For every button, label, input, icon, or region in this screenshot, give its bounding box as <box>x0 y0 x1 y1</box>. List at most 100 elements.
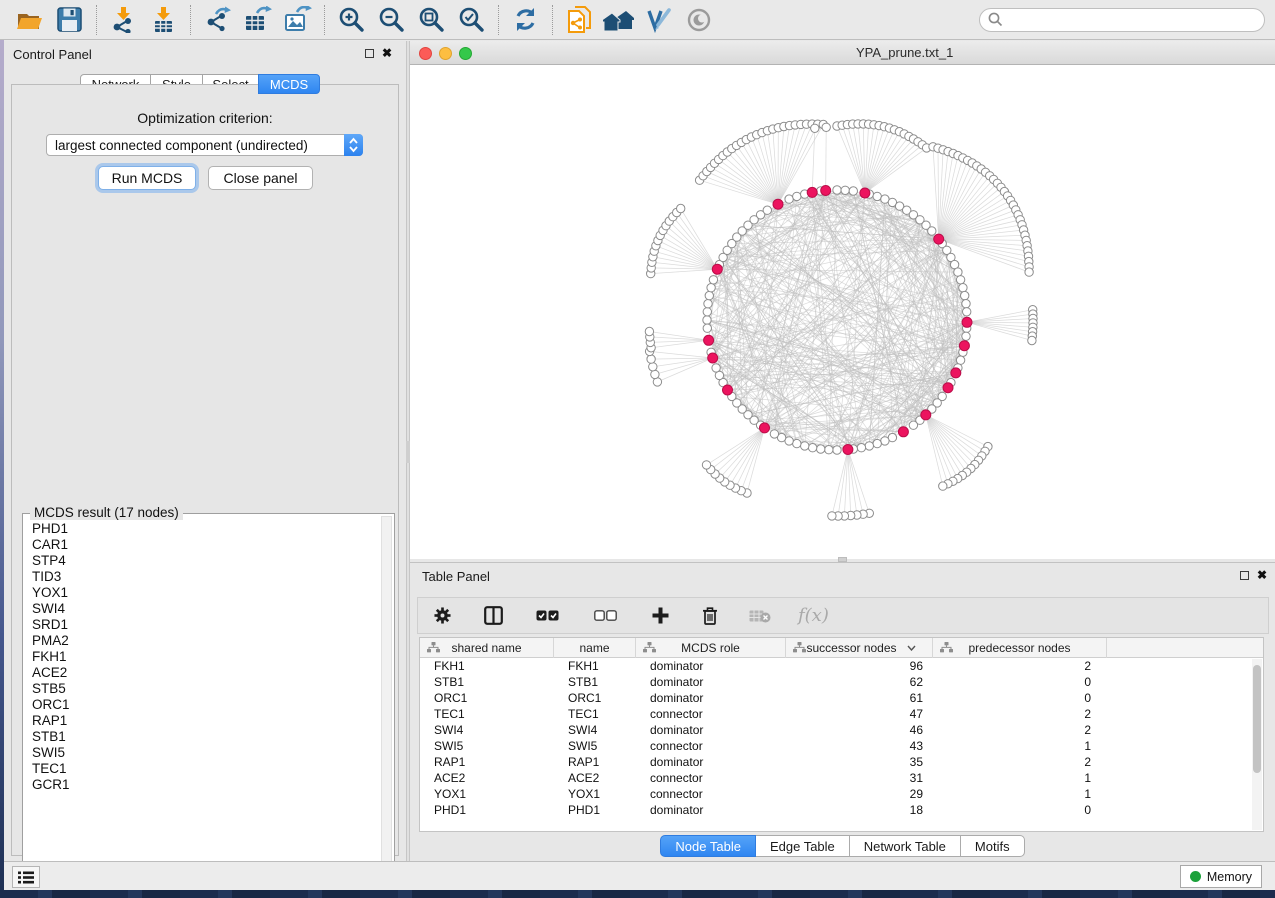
table-row-ORC1[interactable]: ORC1ORC1dominator610 <box>420 690 1263 706</box>
cell[interactable]: dominator <box>636 802 786 818</box>
mcds-result-item[interactable]: TID3 <box>24 569 380 585</box>
zoom-fit-button[interactable] <box>414 4 448 36</box>
memory-button[interactable]: Memory <box>1180 865 1262 888</box>
run-mcds-button[interactable]: Run MCDS <box>98 166 196 190</box>
cell[interactable]: 2 <box>933 658 1107 674</box>
cell[interactable]: connector <box>636 706 786 722</box>
cell[interactable]: TEC1 <box>554 706 636 722</box>
mcds-result-item[interactable]: GCR1 <box>24 777 380 793</box>
mcds-result-item[interactable]: PMA2 <box>24 633 380 649</box>
tab-network-table[interactable]: Network Table <box>849 835 961 857</box>
network-view[interactable] <box>410 65 1275 559</box>
select-all-button[interactable] <box>536 610 559 622</box>
column-header-shared-name[interactable]: shared name <box>420 638 554 658</box>
cell[interactable]: 61 <box>786 690 933 706</box>
cell[interactable]: 0 <box>933 674 1107 690</box>
cell[interactable]: ACE2 <box>420 770 554 786</box>
cell[interactable]: connector <box>636 786 786 802</box>
cell[interactable]: SWI4 <box>420 722 554 738</box>
table-scrollbar-thumb[interactable] <box>1253 665 1261 773</box>
mcds-result-item[interactable]: PHD1 <box>24 521 380 537</box>
cell[interactable]: 46 <box>786 722 933 738</box>
open-file-button[interactable] <box>12 4 46 36</box>
cell[interactable]: connector <box>636 770 786 786</box>
cell[interactable]: 0 <box>933 802 1107 818</box>
table-row-SWI5[interactable]: SWI5SWI5connector431 <box>420 738 1263 754</box>
mcds-result-item[interactable]: SWI5 <box>24 745 380 761</box>
table-row-TEC1[interactable]: TEC1TEC1connector472 <box>420 706 1263 722</box>
cell[interactable]: YOX1 <box>554 786 636 802</box>
add-row-button[interactable] <box>652 607 669 624</box>
mcds-list-scrollbar[interactable] <box>381 516 392 882</box>
column-header-MCDS-role[interactable]: MCDS role <box>636 638 786 658</box>
cell[interactable]: dominator <box>636 674 786 690</box>
criterion-select[interactable]: largest connected component (undirected) <box>46 134 363 156</box>
tab-node-table[interactable]: Node Table <box>660 835 756 857</box>
unselect-all-button[interactable] <box>594 610 617 622</box>
mcds-result-item[interactable]: STP4 <box>24 553 380 569</box>
home-button[interactable] <box>602 4 636 36</box>
apply-style-button[interactable] <box>642 4 676 36</box>
cell[interactable]: STB1 <box>420 674 554 690</box>
export-network-button[interactable] <box>200 4 234 36</box>
delete-row-button[interactable] <box>702 607 718 625</box>
close-panel-button[interactable]: Close panel <box>208 166 313 190</box>
cell[interactable]: FKH1 <box>420 658 554 674</box>
cell[interactable]: SWI4 <box>554 722 636 738</box>
cell[interactable]: 47 <box>786 706 933 722</box>
maximize-window-icon[interactable] <box>459 47 472 60</box>
mcds-result-item[interactable]: CAR1 <box>24 537 380 553</box>
export-image-button[interactable] <box>280 4 314 36</box>
table-row-FKH1[interactable]: FKH1FKH1dominator962 <box>420 658 1263 674</box>
float-table-panel-icon[interactable] <box>1240 571 1249 580</box>
column-header-successor-nodes[interactable]: successor nodes <box>786 638 933 658</box>
apply-layout-button[interactable] <box>508 4 542 36</box>
table-row-RAP1[interactable]: RAP1RAP1dominator352 <box>420 754 1263 770</box>
float-panel-icon[interactable] <box>365 49 374 58</box>
task-history-button[interactable] <box>12 866 40 888</box>
table-row-PHD1[interactable]: PHD1PHD1dominator180 <box>420 802 1263 818</box>
cell[interactable]: PHD1 <box>554 802 636 818</box>
cell[interactable]: 43 <box>786 738 933 754</box>
export-table-button[interactable] <box>240 4 274 36</box>
cell[interactable]: STB1 <box>554 674 636 690</box>
import-network-button[interactable] <box>106 4 140 36</box>
cell[interactable]: 1 <box>933 770 1107 786</box>
cell[interactable]: 29 <box>786 786 933 802</box>
mcds-result-item[interactable]: SRD1 <box>24 617 380 633</box>
tab-edge-table[interactable]: Edge Table <box>755 835 850 857</box>
column-header-predecessor-nodes[interactable]: predecessor nodes <box>933 638 1107 658</box>
cell[interactable]: YOX1 <box>420 786 554 802</box>
mcds-result-item[interactable]: TEC1 <box>24 761 380 777</box>
zoom-in-button[interactable] <box>334 4 368 36</box>
cell[interactable]: dominator <box>636 690 786 706</box>
mcds-result-list[interactable]: PHD1CAR1STP4TID3YOX1SWI4SRD1PMA2FKH1ACE2… <box>24 521 380 883</box>
mcds-result-item[interactable]: YOX1 <box>24 585 380 601</box>
close-window-icon[interactable] <box>419 47 432 60</box>
cell[interactable]: connector <box>636 738 786 754</box>
cell[interactable]: RAP1 <box>420 754 554 770</box>
mcds-result-item[interactable]: RAP1 <box>24 713 380 729</box>
mcds-result-item[interactable]: ACE2 <box>24 665 380 681</box>
cell[interactable]: 96 <box>786 658 933 674</box>
mcds-result-item[interactable]: FKH1 <box>24 649 380 665</box>
cell[interactable]: FKH1 <box>554 658 636 674</box>
cell[interactable]: 62 <box>786 674 933 690</box>
cell[interactable]: TEC1 <box>420 706 554 722</box>
mcds-result-item[interactable]: SWI4 <box>24 601 380 617</box>
network-from-selection-button[interactable] <box>562 4 596 36</box>
cell[interactable]: ORC1 <box>554 690 636 706</box>
table-scrollbar[interactable] <box>1252 659 1262 830</box>
show-columns-button[interactable] <box>484 606 503 625</box>
mcds-result-item[interactable]: ORC1 <box>24 697 380 713</box>
cell[interactable]: 1 <box>933 786 1107 802</box>
cell[interactable]: RAP1 <box>554 754 636 770</box>
cell[interactable]: 2 <box>933 706 1107 722</box>
cell[interactable]: 0 <box>933 690 1107 706</box>
cell[interactable]: SWI5 <box>420 738 554 754</box>
cell[interactable]: 18 <box>786 802 933 818</box>
save-session-button[interactable] <box>52 4 86 36</box>
import-table-button[interactable] <box>146 4 180 36</box>
mcds-result-item[interactable]: STB1 <box>24 729 380 745</box>
minimize-window-icon[interactable] <box>439 47 452 60</box>
